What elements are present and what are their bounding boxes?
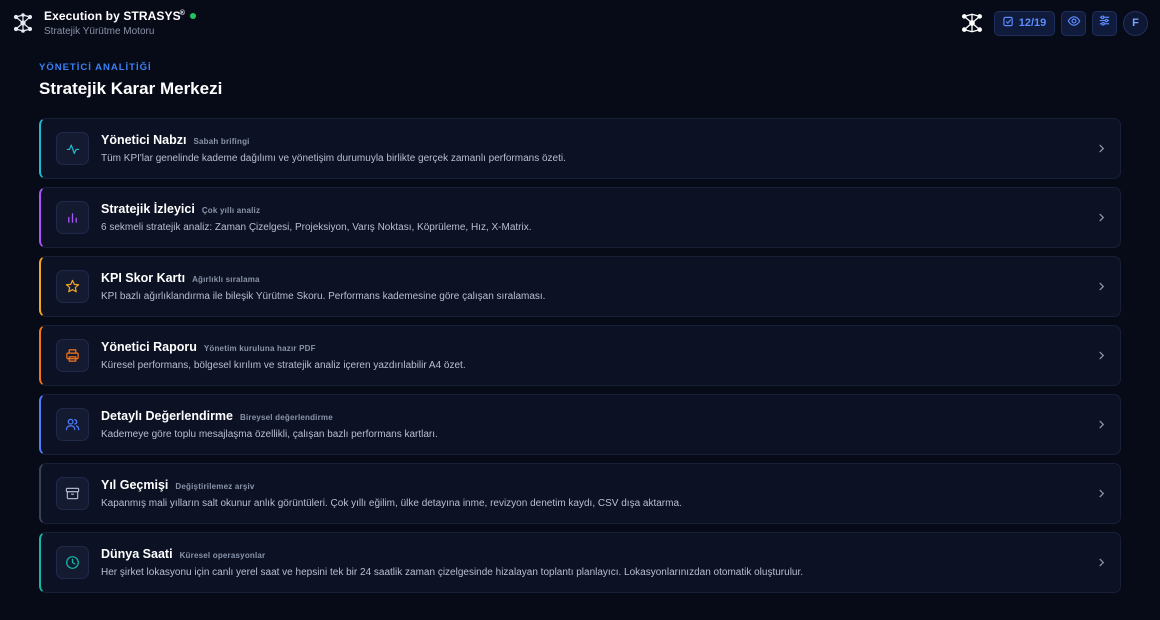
card-description: Küresel performans, bölgesel kırılım ve … xyxy=(101,360,466,371)
section-eyebrow: YÖNETİCİ ANALİTİĞİ xyxy=(39,62,152,73)
card-description: 6 sekmeli stratejik analiz: Zaman Çizelg… xyxy=(101,222,532,233)
archive-icon xyxy=(56,477,89,510)
chevron-right-icon xyxy=(1096,489,1106,499)
card-title: Dünya Saati xyxy=(101,547,173,561)
chevron-right-icon xyxy=(1096,282,1106,292)
avatar[interactable]: F xyxy=(1123,10,1148,36)
printer-icon xyxy=(56,339,89,372)
card-tag: Yönetim kuruluna hazır PDF xyxy=(203,344,316,353)
pulse-icon xyxy=(56,132,89,165)
checklist-icon xyxy=(1003,16,1014,30)
chevron-right-icon xyxy=(1096,558,1106,568)
online-status-dot xyxy=(189,13,196,19)
card-tag: Değiştirilemez arşiv xyxy=(175,482,255,491)
card-description: Kademeye göre toplu mesajlaşma özellikli… xyxy=(101,429,438,440)
eye-icon xyxy=(1067,14,1081,33)
card-tag: Küresel operasyonlar xyxy=(179,551,266,560)
card-description: Kapanmış mali yılların salt okunur anlık… xyxy=(101,498,682,509)
card-description: KPI bazlı ağırlıklandırma ile bileşik Yü… xyxy=(101,291,546,302)
users-icon xyxy=(56,408,89,441)
star-icon xyxy=(56,270,89,303)
module-card-kpi-scorecard[interactable]: KPI Skor Kartı Ağırlıklı sıralama KPI ba… xyxy=(39,256,1121,317)
network-nodes-icon xyxy=(12,12,34,34)
registered-mark: ® xyxy=(179,10,185,17)
card-title: Stratejik İzleyici xyxy=(101,202,195,216)
module-card-list: Yönetici Nabzı Sabah brifingi Tüm KPI'la… xyxy=(39,118,1121,601)
network-nodes-icon[interactable] xyxy=(960,11,984,35)
settings-button[interactable] xyxy=(1092,10,1117,36)
module-card-world-clock[interactable]: Dünya Saati Küresel operasyonlar Her şir… xyxy=(39,532,1121,593)
module-card-strategic-tracker[interactable]: Stratejik İzleyici Çok yıllı analiz 6 se… xyxy=(39,187,1121,248)
progress-label: 12/19 xyxy=(1018,17,1047,29)
card-title: Yıl Geçmişi xyxy=(101,478,169,492)
card-title: Yönetici Nabzı xyxy=(101,133,187,147)
card-title: KPI Skor Kartı xyxy=(101,271,186,285)
chevron-right-icon xyxy=(1096,144,1106,154)
module-card-executive-pulse[interactable]: Yönetici Nabzı Sabah brifingi Tüm KPI'la… xyxy=(39,118,1121,179)
card-description: Tüm KPI'lar genelinde kademe dağılımı ve… xyxy=(101,153,566,164)
card-description: Her şirket lokasyonu için canlı yerel sa… xyxy=(101,567,804,578)
sliders-icon xyxy=(1098,14,1111,32)
top-bar: Execution by STRASYS® Stratejik Yürütme … xyxy=(0,0,1160,46)
card-tag: Çok yıllı analiz xyxy=(201,206,261,215)
module-card-year-history[interactable]: Yıl Geçmişi Değiştirilemez arşiv Kapanmı… xyxy=(39,463,1121,524)
card-title: Yönetici Raporu xyxy=(101,340,197,354)
card-tag: Bireysel değerlendirme xyxy=(240,413,333,422)
page-title: Stratejik Karar Merkezi xyxy=(39,79,223,98)
app-subtitle: Stratejik Yürütme Motoru xyxy=(44,26,155,37)
chevron-right-icon xyxy=(1096,351,1106,361)
bar-chart-icon xyxy=(56,201,89,234)
brand[interactable]: Execution by STRASYS® Stratejik Yürütme … xyxy=(12,9,196,37)
header-actions: 12/19 F xyxy=(960,10,1148,36)
card-title: Detaylı Değerlendirme xyxy=(101,409,233,423)
view-toggle-button[interactable] xyxy=(1061,10,1086,36)
module-card-detailed-review[interactable]: Detaylı Değerlendirme Bireysel değerlend… xyxy=(39,394,1121,455)
clock-icon xyxy=(56,546,89,579)
chevron-right-icon xyxy=(1096,213,1106,223)
chevron-right-icon xyxy=(1096,420,1106,430)
module-card-executive-report[interactable]: Yönetici Raporu Yönetim kuruluna hazır P… xyxy=(39,325,1121,386)
card-tag: Ağırlıklı sıralama xyxy=(192,275,260,284)
app-title: Execution by STRASYS® xyxy=(44,9,185,23)
card-tag: Sabah brifingi xyxy=(193,137,250,146)
progress-counter-button[interactable]: 12/19 xyxy=(994,10,1055,36)
